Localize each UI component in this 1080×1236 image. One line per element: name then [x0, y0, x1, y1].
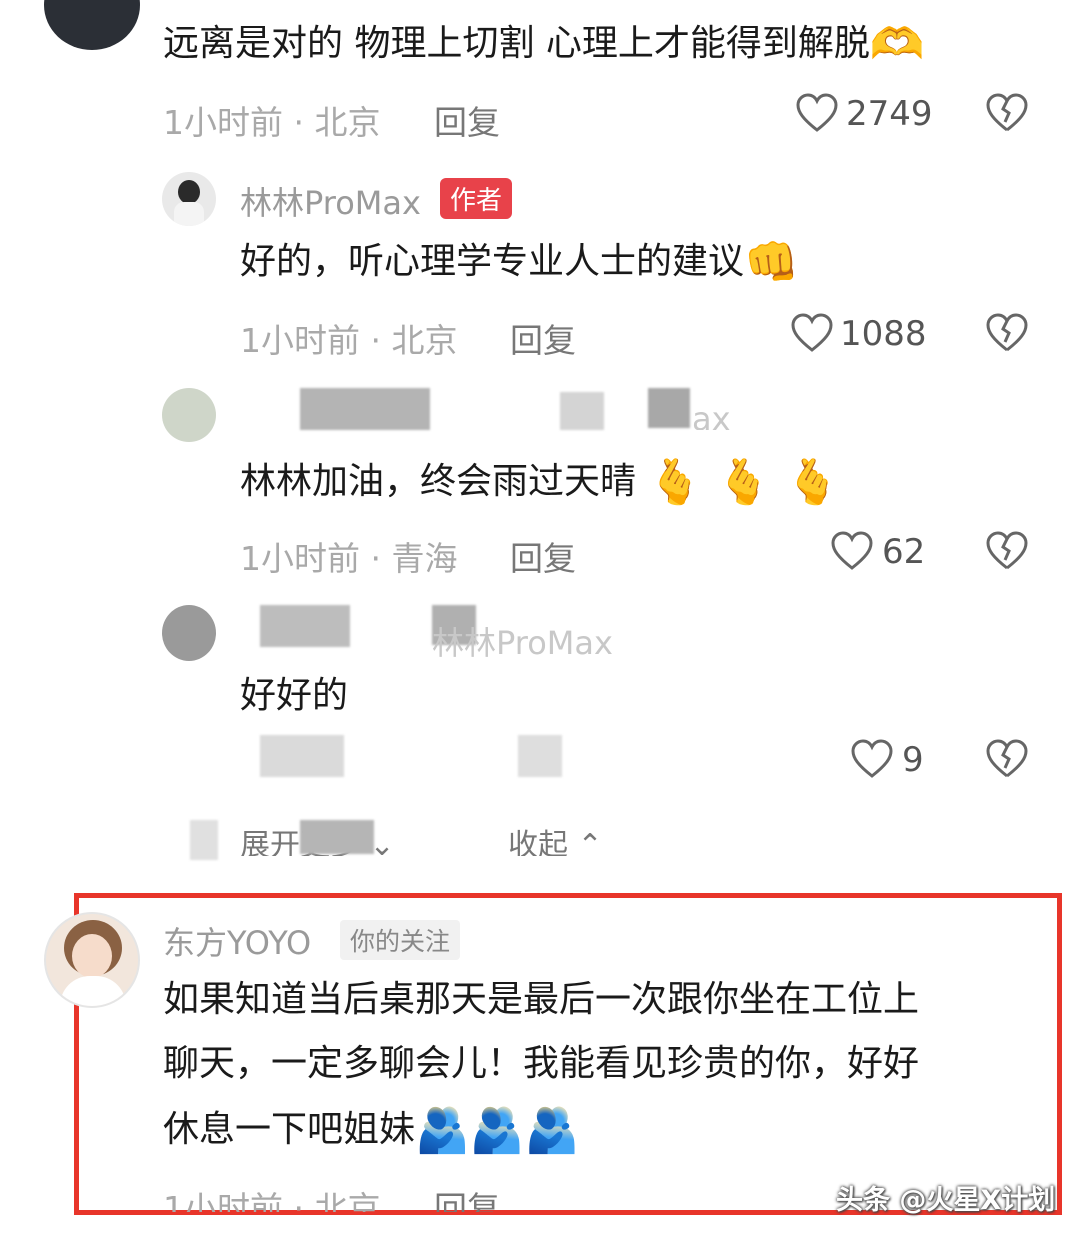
fist-bump-emoji-icon: 👊: [744, 237, 799, 288]
follow-badge: 你的关注: [340, 920, 461, 960]
heart-icon: [796, 93, 838, 132]
broken-heart-icon: [986, 739, 1028, 778]
dislike-button[interactable]: [985, 312, 1029, 354]
comment-body: 休息一下吧姐妹: [163, 1109, 416, 1150]
location: 北京: [314, 103, 381, 142]
collapse-label: 收起: [508, 828, 568, 856]
broken-heart-icon: [986, 531, 1028, 570]
like-button[interactable]: [850, 738, 894, 780]
avatar[interactable]: [44, 912, 140, 1008]
blurred-meta: [518, 735, 562, 777]
comment-text: 林林加油，终会雨过天晴 🫰 🫰 🫰: [240, 460, 840, 505]
heart-icon: [791, 313, 833, 352]
like-count: 1088: [840, 314, 927, 354]
comment-meta: 1小时前 · 北京: [240, 314, 457, 362]
hug-emoji-icon: 🫂🫂🫂: [415, 1105, 580, 1156]
location: 北京: [391, 321, 458, 360]
broken-heart-icon: [986, 93, 1028, 132]
comment-body: 远离是对的 物理上切割 心理上才能得到解脱: [163, 23, 870, 64]
blurred-divider: [190, 820, 218, 860]
reply-button[interactable]: 回复: [510, 532, 576, 580]
hug-emoji-icon: 🫶: [869, 19, 925, 70]
like-count: 62: [882, 532, 926, 572]
comment-line-1: 如果知道当后桌那天是最后一次跟你坐在工位上: [163, 979, 920, 1020]
reply-button[interactable]: 回复: [510, 314, 576, 362]
timestamp: 1小时前: [240, 539, 360, 578]
author-name[interactable]: 东方YOYO: [163, 918, 311, 964]
collapse-button[interactable]: 收起 ⌃: [508, 820, 603, 856]
separator: ·: [370, 539, 392, 578]
like-button[interactable]: [795, 92, 839, 134]
author-avatar[interactable]: [162, 172, 216, 226]
author-name-fragment: ax: [692, 400, 731, 430]
chevron-up-icon: ⌃: [577, 828, 603, 856]
blurred-meta: [260, 735, 344, 777]
comment-meta: 1小时前 · 北京: [163, 1182, 380, 1212]
like-count: 9: [902, 740, 924, 780]
location: 青海: [391, 539, 458, 578]
blurred-name: [300, 388, 430, 430]
comment-meta: 1小时前 · 青海: [240, 532, 457, 580]
finger-heart-emoji-icon: 🫰 🫰 🫰: [647, 457, 840, 508]
like-count: 2749: [846, 94, 933, 134]
comment-text: 好的，听心理学专业人士的建议👊: [240, 240, 799, 285]
avatar[interactable]: [44, 0, 140, 50]
heart-icon: [851, 739, 893, 778]
reply-button[interactable]: 回复: [434, 1182, 500, 1212]
avatar[interactable]: [162, 605, 216, 661]
watermark: 头条 @火星X计划: [836, 1185, 1056, 1216]
dislike-button[interactable]: [985, 92, 1029, 134]
reply-button[interactable]: 回复: [434, 96, 500, 144]
blurred-name: [260, 605, 350, 647]
comment-body: 林林加油，终会雨过天晴: [240, 461, 637, 502]
avatar[interactable]: [162, 388, 216, 442]
dislike-button[interactable]: [985, 738, 1029, 780]
broken-heart-icon: [986, 313, 1028, 352]
comment-body: 好的，听心理学专业人士的建议: [240, 241, 745, 282]
dislike-button[interactable]: [985, 530, 1029, 572]
comment-text: 远离是对的 物理上切割 心理上才能得到解脱🫶: [163, 22, 925, 67]
comment-line-2: 聊天，一定多聊会儿！我能看见珍贵的你，好好: [163, 1043, 920, 1084]
blurred-name: [560, 392, 604, 430]
comment-line-3: 休息一下吧姐妹🫂🫂🫂: [163, 1108, 579, 1153]
separator: ·: [293, 103, 315, 142]
author-name-fragment: 林林ProMax: [432, 624, 613, 662]
separator: ·: [293, 1189, 315, 1212]
heart-icon: [831, 531, 873, 570]
comment-meta: 1小时前 · 北京: [163, 96, 380, 144]
blurred-name: [648, 388, 690, 428]
separator: ·: [370, 321, 392, 360]
comment-text: 好好的: [240, 675, 349, 716]
location: 北京: [314, 1189, 381, 1212]
timestamp: 1小时前: [163, 1189, 283, 1212]
blurred-expand: [300, 820, 374, 854]
timestamp: 1小时前: [163, 103, 283, 142]
like-button[interactable]: [790, 312, 834, 354]
like-button[interactable]: [830, 530, 874, 572]
author-badge: 作者: [440, 178, 513, 219]
author-name[interactable]: 林林ProMax: [240, 178, 421, 224]
timestamp: 1小时前: [240, 321, 360, 360]
